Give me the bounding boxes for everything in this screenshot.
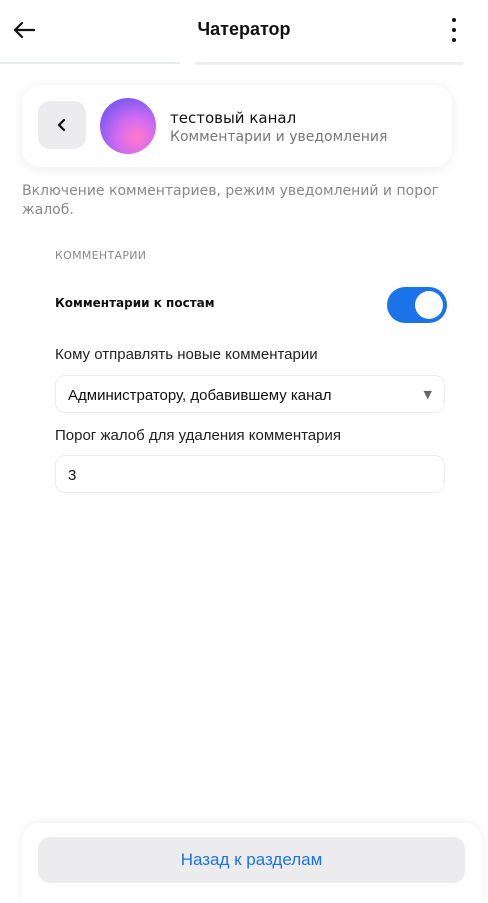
threshold-label: Порог жалоб для удаления комментария — [55, 427, 341, 444]
comments-section-heading: КОММЕНТАРИИ — [55, 249, 147, 262]
back-to-sections-button[interactable]: Назад к разделам — [38, 837, 465, 883]
toggle-knob — [415, 291, 443, 319]
section-description: Включение комментариев, режим уведомлени… — [22, 183, 440, 218]
recipient-value: Администратору, добавившему канал — [68, 387, 332, 404]
recipient-select[interactable]: Администратору, добавившему канал ▼ — [55, 375, 445, 413]
comments-toggle-label: Комментарии к постам — [55, 296, 215, 310]
comments-toggle[interactable] — [387, 287, 447, 323]
channel-back-button[interactable] — [38, 101, 86, 149]
channel-avatar — [100, 98, 156, 154]
threshold-input[interactable]: 3 — [55, 455, 445, 493]
channel-name: тестовый канал — [170, 109, 297, 127]
channel-header-card: тестовый канал Комментарии и уведомления — [22, 85, 452, 167]
channel-subtitle: Комментарии и уведомления — [170, 129, 388, 145]
threshold-value: 3 — [68, 467, 77, 484]
scroll-ghost — [0, 62, 488, 74]
recipient-label: Кому отправлять новые комментарии — [55, 346, 318, 363]
chevron-left-icon — [57, 118, 66, 132]
app-bar: Чатератор — [0, 0, 488, 62]
more-vertical-icon[interactable] — [450, 18, 458, 42]
dropdown-caret-icon: ▼ — [423, 388, 432, 401]
app-title: Чатератор — [197, 19, 291, 39]
